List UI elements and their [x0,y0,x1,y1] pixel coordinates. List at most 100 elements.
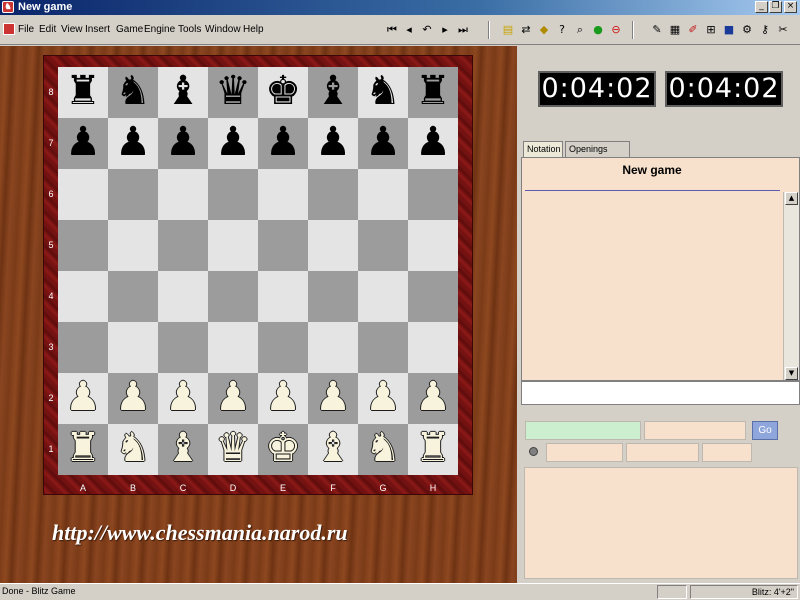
black-king-piece[interactable]: ♚ [258,67,308,118]
square-b4[interactable] [108,271,158,322]
menu-window[interactable]: Window [205,24,241,35]
black-pawn-piece[interactable]: ♟ [158,118,208,169]
black-rook-piece[interactable]: ♜ [408,67,458,118]
square-c4[interactable] [158,271,208,322]
white-pawn-piece[interactable]: ♟ [58,373,108,424]
square-f5[interactable] [308,220,358,271]
white-queen-piece[interactable]: ♛ [208,424,258,475]
square-h4[interactable] [408,271,458,322]
menu-view[interactable]: View [61,24,83,35]
white-bishop-piece[interactable]: ♝ [308,424,358,475]
square-d4[interactable] [208,271,258,322]
black-knight-piece[interactable]: ♞ [358,67,408,118]
black-pawn-piece[interactable]: ♟ [408,118,458,169]
zoom-icon[interactable]: ⌕ [572,22,588,38]
white-rook-piece[interactable]: ♜ [58,424,108,475]
square-d3[interactable] [208,322,258,373]
scroll-down-icon[interactable]: ▼ [785,367,798,380]
white-pawn-piece[interactable]: ♟ [258,373,308,424]
key-icon[interactable]: ⚷ [757,22,773,38]
white-pawn-piece[interactable]: ♟ [208,373,258,424]
scroll-up-icon[interactable]: ▲ [785,192,798,205]
database-icon[interactable]: ■ [721,22,737,38]
square-e5[interactable] [258,220,308,271]
white-knight-piece[interactable]: ♞ [358,424,408,475]
white-bishop-piece[interactable]: ♝ [158,424,208,475]
square-b5[interactable] [108,220,158,271]
notation-scrollbar[interactable]: ▲ ▼ [783,192,799,380]
white-king-piece[interactable]: ♚ [258,424,308,475]
square-d5[interactable] [208,220,258,271]
square-a3[interactable] [58,322,108,373]
black-pawn-piece[interactable]: ♟ [358,118,408,169]
first-move-icon[interactable]: ⏮ [384,22,400,38]
square-g6[interactable] [358,169,408,220]
white-pawn-piece[interactable]: ♟ [108,373,158,424]
chat-area[interactable] [524,467,798,579]
restore-button[interactable]: ❐ [769,1,782,13]
square-c5[interactable] [158,220,208,271]
square-f3[interactable] [308,322,358,373]
tab-openings-book[interactable]: Openings Book [565,141,630,169]
square-a6[interactable] [58,169,108,220]
board-grid-icon[interactable]: ⊞ [703,22,719,38]
square-a4[interactable] [58,271,108,322]
square-c3[interactable] [158,322,208,373]
cut-icon[interactable]: ✂ [775,22,791,38]
settings-icon[interactable]: ⚙ [739,22,755,38]
black-knight-piece[interactable]: ♞ [108,67,158,118]
close-button[interactable]: × [784,1,797,13]
menu-help[interactable]: Help [243,24,264,35]
white-pawn-piece[interactable]: ♟ [158,373,208,424]
menu-engine[interactable]: Engine [144,24,175,35]
black-queen-piece[interactable]: ♛ [208,67,258,118]
square-g4[interactable] [358,271,408,322]
white-rook-piece[interactable]: ♜ [408,424,458,475]
book-icon[interactable]: ✎ [649,22,665,38]
next-move-icon[interactable]: ▸ [437,22,453,38]
options-icon[interactable]: ▦ [667,22,683,38]
tab-notation[interactable]: Notation [523,141,563,158]
black-pawn-piece[interactable]: ♟ [208,118,258,169]
diamond-icon[interactable]: ◆ [536,22,552,38]
help-search-icon[interactable]: ? [554,22,570,38]
previous-move-icon[interactable]: ◂ [401,22,417,38]
app-icon[interactable]: ♞ [2,1,14,13]
chess-board[interactable]: ♜ ♞ ♝ ♛ ♚ ♝ ♞ ♜ ♟ ♟ ♟ ♟ ♟ ♟ ♟ ♟ ♟ ♟ ♟ ♟ ♟ ♟ ♟ ♟ ♜ ♞ ♝ ♛ ♚ ♝ ♞ ♜ [58,67,458,475]
last-move-icon[interactable]: ⏭ [455,22,471,38]
confirm-icon[interactable]: ● [590,22,606,38]
black-bishop-piece[interactable]: ♝ [158,67,208,118]
menu-tools[interactable]: Tools [178,24,201,35]
black-pawn-piece[interactable]: ♟ [258,118,308,169]
square-e3[interactable] [258,322,308,373]
stop-icon[interactable]: ⊖ [608,22,624,38]
black-bishop-piece[interactable]: ♝ [308,67,358,118]
square-d6[interactable] [208,169,258,220]
square-b6[interactable] [108,169,158,220]
menu-insert[interactable]: Insert [85,24,110,35]
square-e6[interactable] [258,169,308,220]
square-a5[interactable] [58,220,108,271]
square-f6[interactable] [308,169,358,220]
status-radio[interactable] [529,447,538,456]
square-h6[interactable] [408,169,458,220]
black-pawn-piece[interactable]: ♟ [108,118,158,169]
menu-edit[interactable]: Edit [39,24,56,35]
black-pawn-piece[interactable]: ♟ [58,118,108,169]
minimize-button[interactable]: _ [755,1,768,13]
square-e4[interactable] [258,271,308,322]
undo-icon[interactable]: ↶ [419,22,435,38]
flip-board-icon[interactable]: ⇄ [518,22,534,38]
white-pawn-piece[interactable]: ♟ [308,373,358,424]
go-button[interactable]: Go [752,421,778,440]
square-b3[interactable] [108,322,158,373]
menu-game[interactable]: Game [116,24,143,35]
black-rook-piece[interactable]: ♜ [58,67,108,118]
document-icon[interactable] [3,23,15,35]
square-f4[interactable] [308,271,358,322]
square-h5[interactable] [408,220,458,271]
square-c6[interactable] [158,169,208,220]
black-pawn-piece[interactable]: ♟ [308,118,358,169]
comment-field[interactable] [521,381,800,405]
opponent-field[interactable] [644,421,746,440]
